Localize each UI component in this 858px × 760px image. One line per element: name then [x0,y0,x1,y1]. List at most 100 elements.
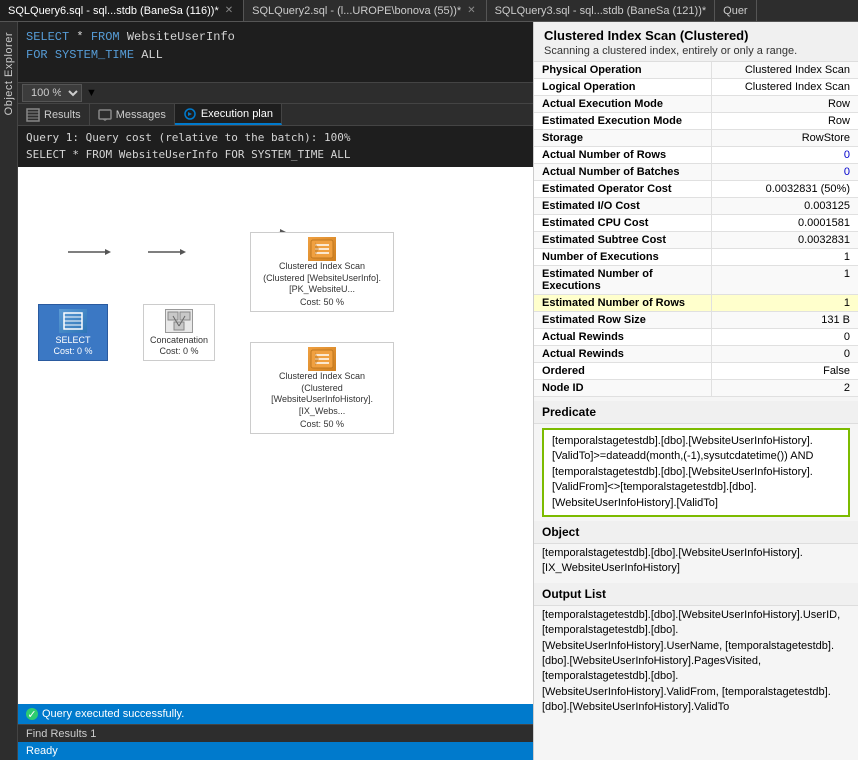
ready-text: Ready [26,745,58,757]
prop-storage: Storage RowStore [534,130,858,147]
prop-key: Estimated Subtree Cost [534,232,712,248]
zoom-select[interactable]: 100 % [22,84,82,102]
prop-key: Estimated CPU Cost [534,215,712,231]
props-rows: Physical Operation Clustered Index Scan … [534,62,858,397]
prop-number-executions: Number of Executions 1 [534,249,858,266]
prop-actual-rows: Actual Number of Rows 0 [534,147,858,164]
props-subtitle: Scanning a clustered index, entirely or … [544,45,848,57]
tab-execution-plan[interactable]: Execution plan [175,104,282,125]
prop-val: 2 [712,380,858,396]
tab-sqlquery6[interactable]: SQLQuery6.sql - sql...stdb (BaneSa (116)… [0,0,244,21]
prop-val: 0 [712,164,858,180]
prop-key: Estimated Execution Mode [534,113,712,129]
split-pane: SELECT * FROM SELECT * FROM WebsiteUserI… [18,22,858,760]
prop-key: Number of Executions [534,249,712,265]
prop-key: Physical Operation [534,62,712,78]
prop-key: Actual Number of Batches [534,164,712,180]
sidebar: Object Explorer [0,22,18,760]
prop-key: Estimated I/O Cost [534,198,712,214]
prop-val: 0 [712,346,858,362]
prop-key: Actual Number of Rows [534,147,712,163]
zoom-arrow-icon: ▼ [86,87,97,99]
object-section: Object [534,521,858,544]
scan1-label: Clustered Index Scan (Clustered [Website… [257,261,387,296]
prop-key: Estimated Number of Rows [534,295,712,311]
prop-actual-batches: Actual Number of Batches 0 [534,164,858,181]
scan1-cost: Cost: 50 % [300,297,344,307]
find-results-text: Find Results 1 [26,728,96,740]
results-icon [26,108,40,122]
tab-messages-label: Messages [116,109,166,121]
prop-node-id: Node ID 2 [534,380,858,397]
concat-icon [165,309,193,333]
bottom-tabs: Results Messages Execution plan [18,104,533,126]
messages-icon [98,108,112,122]
prop-estimated-num-executions: Estimated Number of Executions 1 [534,266,858,295]
query-info-line1: Query 1: Query cost (relative to the bat… [26,130,525,147]
prop-estimated-exec-mode: Estimated Execution Mode Row [534,113,858,130]
output-text: [temporalstagetestdb].[dbo].[WebsiteUser… [534,606,858,718]
prop-ordered: Ordered False [534,363,858,380]
tab-execution-label: Execution plan [201,108,273,120]
scan1-node[interactable]: Clustered Index Scan (Clustered [Website… [250,232,394,312]
tab-sqlquery3[interactable]: SQLQuery3.sql - sql...stdb (BaneSa (121)… [487,0,716,21]
execution-plan-icon [183,107,197,121]
prop-val: 0.0032831 [712,232,858,248]
status-bar: ✓ Query executed successfully. [18,704,533,724]
scan2-cost: Cost: 50 % [300,419,344,429]
prop-actual-exec-mode: Actual Execution Mode Row [534,96,858,113]
prop-key: Estimated Number of Executions [534,266,712,294]
prop-estimated-subtree-cost: Estimated Subtree Cost 0.0032831 [534,232,858,249]
predicate-text: [temporalstagetestdb].[dbo].[WebsiteUser… [542,428,850,517]
scan2-node[interactable]: Clustered Index Scan (Clustered [Website… [250,342,394,434]
prop-val: 0.0001581 [712,215,858,231]
tab-label: SQLQuery3.sql - sql...stdb (BaneSa (121)… [495,5,707,17]
tab-quer[interactable]: Quer [715,0,756,21]
tab-sqlquery2[interactable]: SQLQuery2.sql - (l...UROPE\bonova (55))*… [244,0,486,21]
tab-results-label: Results [44,109,81,121]
scan2-label: Clustered Index Scan (Clustered [Website… [257,371,387,418]
prop-physical-operation: Physical Operation Clustered Index Scan [534,62,858,79]
prop-key: Estimated Operator Cost [534,181,712,197]
tab-bar: SQLQuery6.sql - sql...stdb (BaneSa (116)… [0,0,858,22]
plan-canvas[interactable]: SELECT Cost: 0 % [18,167,533,704]
prop-actual-rewinds2: Actual Rewinds 0 [534,346,858,363]
props-title: Clustered Index Scan (Clustered) [544,28,848,43]
prop-val: RowStore [712,130,858,146]
branch-area: Clustered Index Scan (Clustered [Website… [250,232,394,434]
prop-val: Row [712,96,858,112]
prop-key: Actual Execution Mode [534,96,712,112]
prop-actual-rewinds: Actual Rewinds 0 [534,329,858,346]
prop-estimated-op-cost: Estimated Operator Cost 0.0032831 (50%) [534,181,858,198]
tab-results[interactable]: Results [18,104,90,125]
prop-key: Logical Operation [534,79,712,95]
tab-label: SQLQuery6.sql - sql...stdb (BaneSa (116)… [8,5,219,17]
prop-key: Node ID [534,380,712,396]
prop-key: Actual Rewinds [534,329,712,345]
concatenation-node[interactable]: Concatenation Cost: 0 % [143,304,215,361]
main-layout: Object Explorer SELECT * FROM SELECT * F… [0,22,858,760]
zoom-bar: 100 % ▼ [18,82,533,104]
tab-close-icon[interactable]: ✕ [223,5,235,16]
prop-val: 0 [712,329,858,345]
status-success: ✓ Query executed successfully. [26,708,184,720]
prop-val: 1 [712,266,858,294]
plan-flow: SELECT Cost: 0 % [28,177,523,444]
scan1-icon [308,237,336,261]
sidebar-label: Object Explorer [3,32,15,115]
status-dot-icon: ✓ [26,708,38,720]
query-info: Query 1: Query cost (relative to the bat… [18,126,533,167]
select-cost: Cost: 0 % [53,346,92,356]
code-editor[interactable]: SELECT * FROM SELECT * FROM WebsiteUserI… [18,22,533,82]
tab-messages[interactable]: Messages [90,104,175,125]
prop-key: Estimated Row Size [534,312,712,328]
prop-val: 1 [712,249,858,265]
output-section: Output List [534,583,858,606]
select-node[interactable]: SELECT Cost: 0 % [38,304,108,361]
select-icon [59,309,87,333]
prop-val: 1 [712,295,858,311]
prop-val: 0.0032831 (50%) [712,181,858,197]
tab-close-icon[interactable]: ✕ [465,5,477,16]
prop-val: Clustered Index Scan [712,62,858,78]
prop-val: 0.003125 [712,198,858,214]
